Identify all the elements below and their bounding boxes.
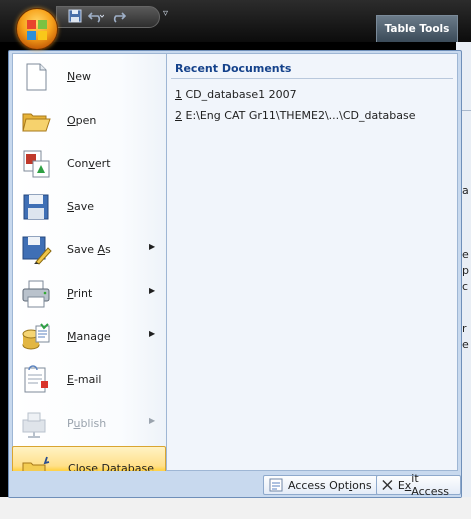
manage-icon: [22, 323, 50, 350]
menu-item-label: Save: [67, 200, 95, 213]
menu-item-email[interactable]: E-mail: [12, 358, 166, 401]
menu-item-new[interactable]: New: [12, 55, 166, 98]
menu-item-label: Manage: [67, 330, 111, 343]
submenu-arrow-icon: ▶: [149, 286, 156, 295]
submenu-arrow-icon: ▶: [149, 242, 156, 251]
access-options-button[interactable]: Access Opt i ons: [263, 475, 378, 495]
table-tools-tab[interactable]: Table Tools: [376, 15, 458, 42]
convert-icon: [23, 150, 50, 178]
open-folder-icon: [22, 113, 51, 132]
menu-item-label: Save As: [67, 243, 111, 256]
menu-item-label: New: [67, 70, 91, 83]
submenu-arrow-icon: ▶: [149, 329, 156, 338]
recent-documents-title: Recent Documents: [175, 62, 292, 75]
new-document-icon: [26, 63, 47, 91]
menu-item-label: Publish: [67, 417, 107, 430]
email-icon: [24, 365, 48, 393]
divider: [171, 78, 453, 79]
undo-icon[interactable]: [87, 9, 105, 26]
status-bar: [0, 497, 471, 519]
menu-item-label: E-mail: [67, 373, 102, 386]
publish-icon: [22, 412, 46, 438]
submenu-arrow-icon: ▶: [149, 416, 156, 425]
redo-icon[interactable]: [110, 9, 127, 26]
menu-footer: Access Opt i ons Ex it Access: [9, 471, 461, 498]
menu-item-manage[interactable]: Manage ▶: [12, 315, 166, 358]
recent-documents-panel: Recent Documents 1 CD_database1 2007 2 E…: [166, 53, 458, 471]
menu-item-save[interactable]: Save: [12, 185, 166, 228]
office-logo-icon: [27, 20, 47, 40]
menu-item-save-as[interactable]: Save As ▶: [12, 228, 166, 271]
menu-item-label: Print: [67, 287, 93, 300]
customize-icon[interactable]: ▿: [163, 8, 168, 19]
menu-item-label: Convert: [67, 157, 111, 170]
close-icon: [382, 479, 393, 491]
menu-item-convert[interactable]: Convert: [12, 142, 166, 185]
exit-access-button[interactable]: Ex it Access: [376, 472, 461, 498]
menu-item-label: Open: [67, 114, 97, 127]
menu-item-open[interactable]: Open: [12, 99, 166, 142]
recent-doc-1[interactable]: 1 CD_database1 2007: [175, 88, 297, 101]
save-icon[interactable]: [68, 9, 82, 26]
menu-item-publish: Publish ▶: [12, 402, 166, 445]
quick-access-icons: [68, 6, 132, 28]
printer-icon: [22, 280, 50, 308]
office-button[interactable]: [16, 8, 58, 50]
save-icon: [23, 194, 49, 220]
recent-doc-2[interactable]: 2 E:\Eng CAT Gr11\THEME2\...\CD_database: [175, 109, 416, 122]
title-bar: ▿ Table Tools: [0, 0, 471, 42]
save-as-icon: [22, 236, 52, 265]
options-icon: [269, 478, 283, 492]
menu-item-print[interactable]: Print ▶: [12, 272, 166, 315]
